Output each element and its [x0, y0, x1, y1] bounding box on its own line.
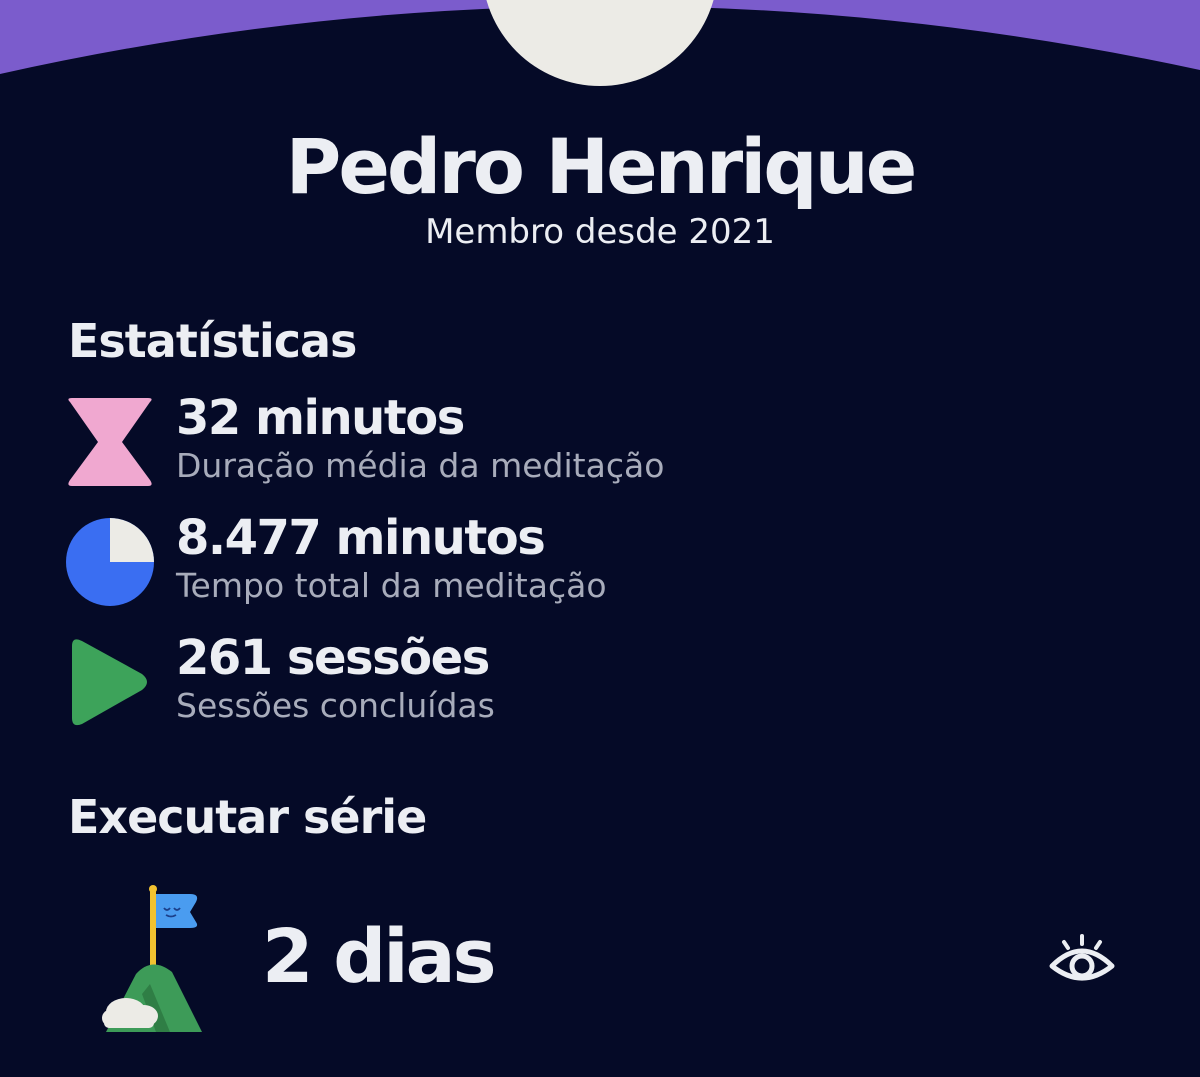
flag-mountain-icon [102, 885, 202, 1032]
stat-value: 261 sessões [176, 630, 490, 686]
avatar[interactable] [480, 0, 720, 88]
profile-name: Pedro Henrique [285, 122, 918, 211]
streak-value: 2 dias [262, 914, 497, 1000]
stat-value: 8.477 minutos [176, 510, 546, 566]
stat-average-duration: 32 minutos Duração média da meditação [64, 390, 964, 492]
stats-section-title: Estatísticas [68, 314, 357, 368]
stat-label: Duração média da meditação [176, 446, 665, 485]
streak-section-title: Executar série [68, 790, 427, 844]
pie-chart-icon [66, 518, 154, 606]
play-icon [72, 639, 147, 726]
eye-icon[interactable] [1046, 932, 1118, 996]
stat-total-time: 8.477 minutos Tempo total da meditação [64, 510, 964, 612]
stat-sessions: 261 sessões Sessões concluídas [64, 630, 964, 732]
stat-value: 32 minutos [176, 390, 465, 446]
stat-label: Tempo total da meditação [176, 566, 607, 605]
stat-label: Sessões concluídas [176, 686, 495, 725]
member-since: Membro desde 2021 [425, 212, 775, 252]
hourglass-icon [68, 398, 152, 486]
